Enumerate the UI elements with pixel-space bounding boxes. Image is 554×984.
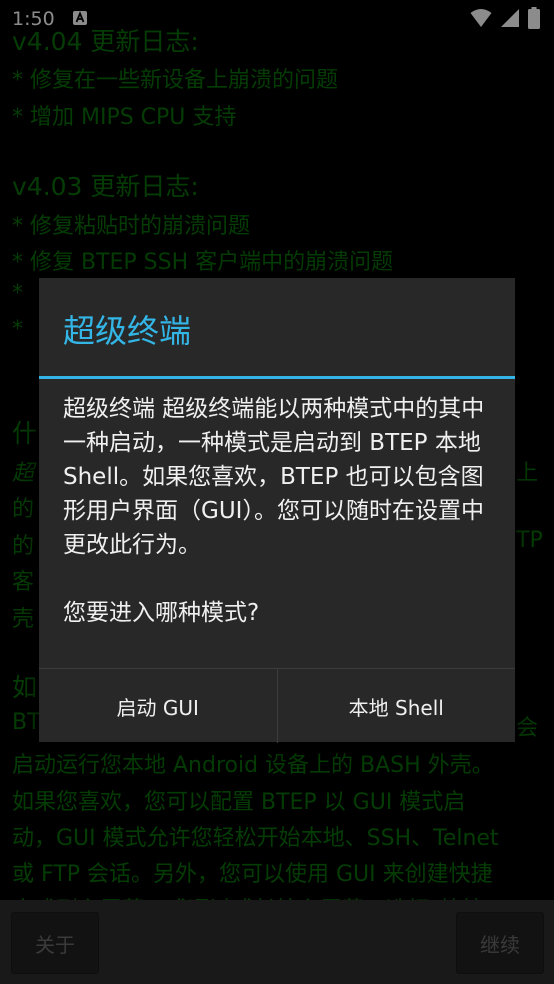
mode-select-dialog: 超级终端 超级终端 超级终端能以两种模式中的其中一种启动，一种模式是启动到 BT… <box>39 278 515 743</box>
dialog-button-row: 启动 GUI 本地 Shell <box>39 668 515 743</box>
dialog-question: 您要进入哪种模式? <box>63 600 260 626</box>
dialog-title: 超级终端 <box>63 312 192 350</box>
dialog-message-text: 超级终端 超级终端能以两种模式中的其中一种启动，一种模式是启动到 BTEP 本地… <box>63 396 485 558</box>
start-gui-button[interactable]: 启动 GUI <box>39 669 277 743</box>
title-divider <box>39 376 515 379</box>
dialog-message: 超级终端 超级终端能以两种模式中的其中一种启动，一种模式是启动到 BTEP 本地… <box>63 392 503 630</box>
local-shell-button[interactable]: 本地 Shell <box>276 669 516 743</box>
